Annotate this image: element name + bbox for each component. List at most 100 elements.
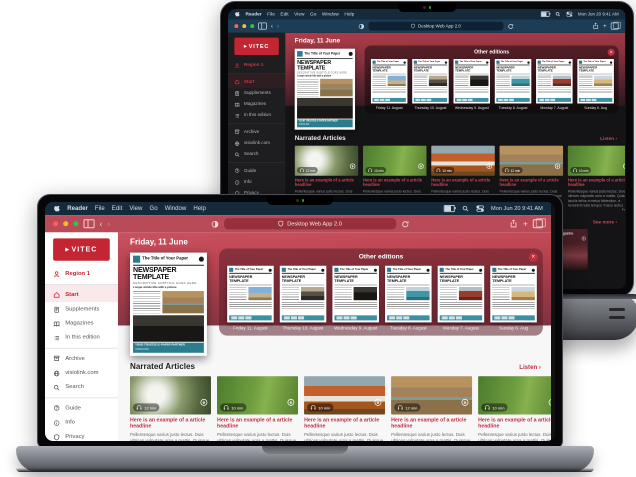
close-window-button[interactable] (53, 221, 58, 226)
address-bar[interactable]: Desktop Web App 2.0 (224, 218, 396, 229)
see-more-link[interactable]: See more › (593, 221, 617, 226)
download-icon[interactable] (349, 159, 355, 173)
menu-item[interactable]: Go (150, 206, 158, 212)
zoom-window-button[interactable] (73, 221, 78, 226)
menu-item[interactable]: Help (193, 206, 205, 212)
menu-item[interactable]: Edit (112, 206, 122, 212)
edition-thumbnail[interactable]: The Title of Your Paper NEWSPAPER TEMPLA… (490, 266, 537, 331)
edition-thumbnail[interactable]: The Title of Your Paper NEWSPAPER TEMPLA… (495, 59, 532, 110)
address-bar[interactable]: Desktop Web App 2.0 (368, 22, 503, 31)
menu-item[interactable]: View (294, 12, 304, 17)
sidebar-item-visiolink[interactable]: visiolink.com (45, 366, 118, 380)
download-icon[interactable] (287, 393, 295, 411)
menu-item[interactable]: Window (165, 206, 187, 212)
edition-thumbnail[interactable]: The Title of Your Paper NEWSPAPER TEMPLA… (332, 266, 379, 331)
apple-logo-icon[interactable] (234, 11, 240, 17)
new-tab-icon[interactable]: + (603, 23, 607, 29)
sidebar-item-guide[interactable]: Guide (45, 397, 118, 415)
sidebar-item-in-this-edition[interactable]: In this edition (45, 331, 118, 345)
sidebar-item-supplements[interactable]: Supplements (45, 302, 118, 316)
sidebar-item-start[interactable]: Start (45, 284, 118, 302)
vitec-logo[interactable]: VITEC (53, 238, 110, 260)
sidebar-item-visiolink[interactable]: visiolink.com (228, 138, 285, 149)
menu-item[interactable]: File (95, 206, 105, 212)
back-button[interactable]: ‹ (271, 23, 273, 29)
sidebar-item-region[interactable]: Region 1 (228, 60, 285, 71)
front-page-cover[interactable]: The Title of Your Paper NEWSPAPER TEMPLA… (130, 253, 207, 356)
edition-thumbnail[interactable]: The Title of Your Paper NEWSPAPER TEMPLA… (280, 266, 327, 331)
vitec-logo[interactable]: VITEC (234, 38, 278, 55)
close-panel-button[interactable]: × (529, 253, 538, 262)
edition-thumbnail[interactable]: The Title of Your Paper NEWSPAPER TEMPLA… (371, 59, 408, 110)
sidebar-item-supplements[interactable]: Supplements (228, 88, 285, 99)
download-icon[interactable] (418, 159, 424, 173)
forward-button[interactable]: › (277, 23, 279, 29)
edition-thumbnail[interactable]: The Title of Your Paper NEWSPAPER TEMPLA… (438, 266, 485, 331)
tab-overview-icon[interactable] (533, 219, 543, 228)
sidebar-item-archive[interactable]: Archive (228, 123, 285, 137)
sidebar-toggle-icon[interactable] (83, 219, 94, 228)
minimize-window-button[interactable] (242, 24, 246, 28)
sidebar-item-magazines[interactable]: Magazines (228, 99, 285, 110)
sidebar-item-search[interactable]: Search (45, 380, 118, 394)
close-panel-button[interactable]: × (608, 49, 615, 56)
control-center-icon[interactable] (566, 11, 572, 17)
reader-view-icon[interactable] (211, 220, 219, 228)
menu-item[interactable]: Go (310, 12, 316, 17)
reload-icon[interactable] (401, 220, 409, 228)
sidebar-item-region[interactable]: Region 1 (45, 267, 118, 281)
close-window-button[interactable] (234, 24, 238, 28)
sidebar-item-magazines[interactable]: Magazines (45, 316, 118, 330)
back-button[interactable]: ‹ (100, 220, 103, 228)
download-icon[interactable] (374, 393, 382, 411)
listen-link[interactable]: Listen › (600, 137, 617, 142)
download-icon[interactable] (200, 393, 208, 411)
spotlight-search-icon[interactable] (462, 205, 469, 212)
menu-app-name[interactable]: Reader (245, 12, 261, 17)
share-icon[interactable] (510, 219, 518, 228)
sidebar-item-guide[interactable]: Guide (228, 162, 285, 176)
forward-button[interactable]: › (107, 220, 110, 228)
menu-app-name[interactable]: Reader (67, 206, 88, 212)
minimize-window-button[interactable] (63, 221, 68, 226)
download-icon[interactable] (554, 159, 560, 173)
download-icon[interactable] (486, 159, 492, 173)
edition-thumbnail[interactable]: The Title of Your Paper NEWSPAPER TEMPLA… (453, 59, 490, 110)
control-center-icon[interactable] (476, 205, 484, 212)
zoom-window-button[interactable] (250, 24, 254, 28)
menu-item[interactable]: Window (322, 12, 339, 17)
edition-thumbnail[interactable]: The Title of Your Paper NEWSPAPER TEMPLA… (385, 266, 432, 331)
narrated-article-card[interactable]: 10 min Here is an example of a article h… (478, 376, 551, 441)
spotlight-search-icon[interactable] (555, 11, 561, 17)
menu-item[interactable]: View (129, 206, 142, 212)
reader-view-icon[interactable] (358, 23, 364, 29)
menu-item[interactable]: File (267, 12, 275, 17)
download-icon[interactable] (548, 393, 551, 411)
edition-thumbnail[interactable]: The Title of Your Paper NEWSPAPER TEMPLA… (536, 59, 573, 110)
narrated-article-card[interactable]: 12 min Here is an example of a article h… (391, 376, 472, 441)
narrated-article-card[interactable]: 10 min Here is an example of a article h… (217, 376, 298, 441)
download-icon[interactable] (461, 393, 469, 411)
menu-item[interactable]: Help (344, 12, 354, 17)
sidebar-item-archive[interactable]: Archive (45, 348, 118, 366)
narrated-article-card[interactable]: 12 min Here is an example of a article h… (130, 376, 211, 441)
apple-logo-icon[interactable] (53, 205, 60, 213)
tab-overview-icon[interactable] (611, 22, 619, 29)
share-icon[interactable] (593, 22, 599, 29)
narrated-article-card[interactable]: 10 min Here is an example of a article h… (304, 376, 385, 441)
reload-icon[interactable] (507, 23, 513, 29)
listen-link[interactable]: Listen › (519, 365, 541, 371)
menu-item[interactable]: Edit (280, 12, 288, 17)
front-page-cover[interactable]: The Title of Your Paper NEWSPAPER TEMPLA… (295, 49, 355, 130)
edition-thumbnail[interactable]: The Title of Your Paper NEWSPAPER TEMPLA… (577, 59, 614, 110)
sidebar-item-start[interactable]: Start (228, 73, 285, 87)
download-icon[interactable] (623, 159, 625, 173)
edition-thumbnail[interactable]: The Title of Your Paper NEWSPAPER TEMPLA… (227, 266, 274, 331)
new-tab-icon[interactable]: + (523, 220, 528, 228)
sidebar-item-privacy[interactable]: Privacy (45, 430, 118, 441)
sidebar-toggle-icon[interactable] (258, 22, 267, 29)
sidebar-item-search[interactable]: Search (228, 149, 285, 160)
sidebar-item-info[interactable]: Info (228, 177, 285, 188)
sidebar-item-info[interactable]: Info (45, 416, 118, 430)
edition-thumbnail[interactable]: The Title of Your Paper NEWSPAPER TEMPLA… (412, 59, 449, 110)
